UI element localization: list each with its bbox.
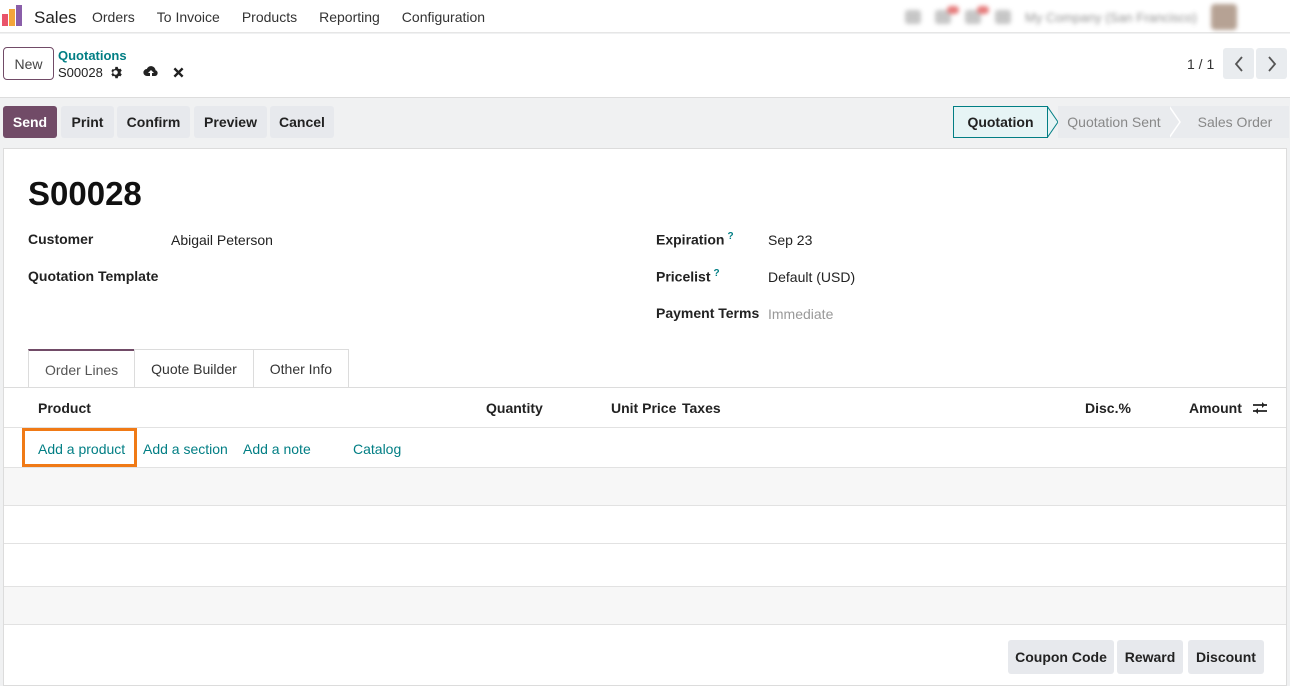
menu-item-to-invoice[interactable]: To Invoice: [157, 9, 220, 25]
menu-item-orders[interactable]: Orders: [92, 9, 135, 25]
coupon-code-button[interactable]: Coupon Code: [1008, 640, 1114, 674]
menu-item-reporting[interactable]: Reporting: [319, 9, 380, 25]
row-divider: [4, 543, 1286, 544]
user-avatar[interactable]: [1210, 4, 1237, 30]
record-reference: S00028: [28, 175, 142, 212]
app-name[interactable]: Sales: [34, 8, 77, 28]
breadcrumb-current-label: S00028: [58, 65, 103, 80]
form-statusbar: Send Print Confirm Preview Cancel Quotat…: [0, 98, 1290, 148]
stage-arrow-divider: [1169, 106, 1181, 138]
quotation-template-field[interactable]: [171, 268, 591, 288]
stage-quotation[interactable]: Quotation: [953, 106, 1048, 138]
breadcrumb-current: S00028: [58, 65, 122, 80]
company-switcher[interactable]: My Company (San Francisco): [1025, 10, 1197, 25]
tab-quote-builder[interactable]: Quote Builder: [134, 349, 254, 388]
breadcrumb-quotations[interactable]: Quotations: [58, 48, 127, 63]
expiration-field[interactable]: Sep 23: [768, 232, 812, 248]
send-button[interactable]: Send: [3, 106, 57, 138]
pager-next-button[interactable]: [1256, 48, 1287, 79]
tab-order-lines[interactable]: Order Lines: [28, 349, 136, 388]
payment-terms-field[interactable]: Immediate: [768, 306, 833, 322]
menu-item-products[interactable]: Products: [242, 9, 297, 25]
expiration-help-icon[interactable]: ?: [727, 231, 733, 242]
customer-label: Customer: [28, 231, 94, 247]
add-section-link[interactable]: Add a section: [143, 441, 228, 457]
expiration-label: Expiration?: [656, 231, 734, 248]
print-button[interactable]: Print: [61, 106, 114, 138]
empty-row: [4, 587, 1286, 624]
reward-button[interactable]: Reward: [1117, 640, 1183, 674]
column-quantity[interactable]: Quantity: [486, 400, 543, 416]
systray: My Company (San Francisco): [905, 4, 1237, 30]
header-divider: [4, 427, 1286, 428]
confirm-button[interactable]: Confirm: [117, 106, 190, 138]
control-panel: New Quotations S00028 1 / 1: [0, 34, 1290, 98]
cancel-button[interactable]: Cancel: [270, 106, 334, 138]
payment-terms-label: Payment Terms: [656, 305, 760, 321]
menu-item-configuration[interactable]: Configuration: [402, 9, 485, 25]
column-taxes[interactable]: Taxes: [682, 400, 721, 416]
discard-icon[interactable]: [173, 67, 184, 78]
status-pipeline: Quotation Quotation Sent Sales Order: [953, 106, 1289, 138]
add-note-link[interactable]: Add a note: [243, 441, 311, 457]
column-unit-price[interactable]: Unit Price: [611, 400, 676, 416]
notebook-tabs: Order Lines Quote Builder Other Info: [28, 349, 350, 388]
stage-sales-order[interactable]: Sales Order: [1181, 106, 1289, 138]
form-sheet: S00028 Customer Abigail Peterson Quotati…: [3, 148, 1287, 686]
discount-button[interactable]: Discount: [1188, 640, 1264, 674]
empty-row: [4, 468, 1286, 505]
preview-button[interactable]: Preview: [194, 106, 267, 138]
row-divider: [4, 586, 1286, 587]
expiration-label-text: Expiration: [656, 231, 725, 248]
add-product-link[interactable]: Add a product: [38, 441, 125, 457]
tab-other-info[interactable]: Other Info: [252, 349, 350, 388]
pager-value[interactable]: 1 / 1: [1187, 56, 1214, 72]
pager-previous-button[interactable]: [1223, 48, 1254, 79]
pricelist-help-icon[interactable]: ?: [713, 268, 719, 279]
optional-columns-icon[interactable]: [1252, 401, 1268, 415]
stage-quotation-sent[interactable]: Quotation Sent: [1058, 106, 1170, 138]
activity-icon[interactable]: [905, 10, 921, 24]
customer-field[interactable]: Abigail Peterson: [171, 232, 273, 248]
quotation-template-label: Quotation Template: [28, 268, 159, 284]
main-menu: Orders To Invoice Products Reporting Con…: [92, 9, 507, 25]
pricelist-label: Pricelist?: [656, 268, 720, 285]
column-disc[interactable]: Disc.%: [1085, 400, 1131, 416]
sales-app-icon[interactable]: [2, 5, 24, 27]
top-navbar: Sales Orders To Invoice Products Reporti…: [0, 0, 1290, 33]
row-divider: [4, 505, 1286, 506]
column-amount[interactable]: Amount: [1189, 400, 1242, 416]
clock-icon[interactable]: [965, 6, 989, 24]
pricelist-field[interactable]: Default (USD): [768, 269, 855, 285]
catalog-link[interactable]: Catalog: [353, 441, 401, 457]
tab-divider: [4, 387, 1286, 388]
chevron-left-icon: [1234, 55, 1243, 72]
messages-icon[interactable]: [935, 6, 959, 24]
pricelist-label-text: Pricelist: [656, 268, 711, 285]
save-cloud-icon[interactable]: [143, 65, 159, 79]
chevron-right-icon: [1267, 55, 1276, 72]
new-button[interactable]: New: [3, 47, 54, 80]
record-actions: [143, 65, 184, 79]
row-divider: [4, 624, 1286, 625]
gear-icon[interactable]: [109, 66, 122, 79]
settings-icon[interactable]: [995, 10, 1011, 24]
column-product[interactable]: Product: [38, 400, 91, 416]
